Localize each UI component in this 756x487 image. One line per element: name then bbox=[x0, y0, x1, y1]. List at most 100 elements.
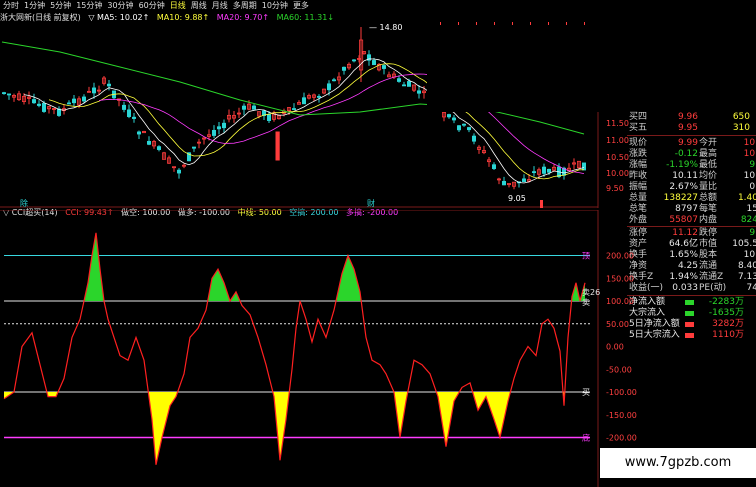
ex-dividend-marker: 除 bbox=[20, 198, 28, 208]
top-tick bbox=[548, 22, 549, 25]
tab-0[interactable]: 分时 bbox=[3, 0, 19, 11]
candle-body bbox=[251, 105, 256, 110]
candle-body bbox=[446, 114, 451, 118]
stock-name[interactable]: 浙大网新(日线 前复权) bbox=[0, 13, 81, 22]
low-price-label: 9.05 bbox=[508, 194, 526, 203]
cci-axis-label: -100.00 bbox=[606, 388, 637, 397]
candle-body bbox=[406, 81, 411, 87]
candle-body bbox=[396, 78, 401, 82]
quote-value: 9.95 bbox=[677, 123, 698, 133]
quote-value: -1.19% bbox=[666, 160, 698, 170]
orderbook-row: 买四 9.96 650 bbox=[627, 112, 756, 123]
high-price-label: — 14.80 bbox=[369, 23, 402, 32]
candle-body bbox=[92, 87, 97, 94]
oversold-fill bbox=[48, 392, 56, 397]
quote-row: 总量 138227 总额 1.40 bbox=[627, 193, 756, 204]
tab-3[interactable]: 15分钟 bbox=[76, 0, 102, 11]
finance-marker: 财 bbox=[367, 198, 375, 208]
quote-row: 振幅 2.67%量比 0. bbox=[627, 182, 756, 193]
quote-row: 现价 9.99今开 10. bbox=[627, 138, 756, 149]
cci-axis-label: -50.00 bbox=[606, 365, 632, 374]
tab-7[interactable]: 周线 bbox=[191, 0, 207, 11]
oversold-fill bbox=[494, 392, 500, 438]
quote-row: 涨幅 -1.19%最低 9. bbox=[627, 160, 756, 171]
candle-body bbox=[291, 108, 296, 110]
orderbook-row: 买五 9.95 310 bbox=[627, 123, 756, 134]
candle-body bbox=[371, 60, 376, 66]
quote-label: 振幅 bbox=[629, 182, 648, 192]
quote-label: 买五 bbox=[629, 123, 648, 133]
price-axis-label: 10.00 bbox=[606, 169, 629, 178]
cci-axis-label: -200.00 bbox=[606, 434, 637, 443]
candle-body bbox=[351, 59, 356, 62]
quote-label2: 最低 bbox=[699, 160, 718, 170]
candle-body bbox=[221, 122, 226, 129]
candle-body bbox=[7, 93, 12, 96]
candle-body bbox=[416, 90, 421, 94]
candle-body bbox=[381, 65, 386, 69]
candle-body bbox=[211, 129, 216, 136]
candle-body bbox=[72, 98, 77, 104]
candle-body bbox=[37, 103, 42, 106]
top-tick bbox=[494, 22, 495, 25]
ma20-label: MA20: 9.70↑ bbox=[216, 13, 270, 22]
overbought-fill bbox=[342, 255, 348, 301]
cci-marker-top: 顶 bbox=[582, 252, 590, 261]
candle-body bbox=[82, 96, 87, 102]
candle-body bbox=[326, 83, 331, 91]
quote-value2: 10. bbox=[743, 149, 756, 159]
quote-label2: 量比 bbox=[699, 182, 718, 192]
tab-6[interactable]: 日线 bbox=[170, 0, 186, 11]
price-axis-label: 11.50 bbox=[606, 119, 629, 128]
candle-body bbox=[582, 162, 587, 171]
candle-body bbox=[456, 125, 461, 131]
tab-2[interactable]: 5分钟 bbox=[50, 0, 71, 11]
quote-value2: 9. bbox=[749, 160, 756, 170]
price-axis-label: 9.50 bbox=[606, 184, 624, 193]
quote-value: 138227 bbox=[663, 193, 698, 203]
candle-body bbox=[540, 200, 543, 208]
cci-marker-bottom: 底 bbox=[582, 433, 590, 443]
candle-body bbox=[216, 126, 221, 130]
quote-row: 涨跌 -0.12最高 10. bbox=[627, 149, 756, 160]
candle-body bbox=[156, 146, 161, 150]
tab-10[interactable]: 10分钟 bbox=[262, 0, 288, 11]
candle-body bbox=[542, 166, 547, 174]
tab-5[interactable]: 60分钟 bbox=[139, 0, 165, 11]
candle-body bbox=[176, 169, 181, 174]
candle-body bbox=[241, 105, 246, 110]
quote-value2: 10. bbox=[743, 171, 756, 181]
cci-indicator-chart[interactable]: 200.00 150.00 100.00 50.00 0.00 -50.00 -100.00… bbox=[0, 210, 756, 487]
top-tick bbox=[476, 22, 477, 25]
candle-body bbox=[522, 178, 527, 183]
candle-body bbox=[341, 66, 346, 71]
candle-body bbox=[107, 83, 112, 87]
quote-value2: 310 bbox=[732, 123, 750, 133]
tab-1[interactable]: 1分钟 bbox=[24, 0, 45, 11]
candle-body bbox=[401, 84, 406, 87]
candle-body bbox=[547, 168, 552, 173]
cci-marker-sell2: 卖26 bbox=[582, 288, 600, 297]
candle-body bbox=[331, 79, 336, 82]
candle-body bbox=[316, 95, 321, 98]
quote-label2: 最高 bbox=[699, 149, 718, 159]
top-tick bbox=[458, 22, 459, 25]
cci-axis-label: 100.00 bbox=[606, 297, 634, 306]
quote-value: -0.12 bbox=[674, 149, 698, 159]
cci-axis-label: -150.00 bbox=[606, 411, 637, 420]
tab-9[interactable]: 多周期 bbox=[233, 0, 257, 11]
candle-body bbox=[191, 146, 196, 149]
tab-4[interactable]: 30分钟 bbox=[107, 0, 133, 11]
tab-11[interactable]: 更多 bbox=[293, 0, 309, 11]
candle-body bbox=[451, 117, 456, 121]
top-tick bbox=[512, 22, 513, 25]
tab-8[interactable]: 月线 bbox=[212, 0, 228, 11]
quote-value: 10.11 bbox=[672, 171, 698, 181]
top-tick bbox=[566, 22, 567, 25]
candle-body bbox=[122, 104, 127, 110]
price-axis-label: 10.50 bbox=[606, 153, 629, 162]
price-axis-label: 11.00 bbox=[606, 136, 629, 145]
quote-label: 买四 bbox=[629, 112, 648, 122]
candle-body bbox=[136, 131, 141, 135]
candle-body bbox=[491, 164, 496, 170]
